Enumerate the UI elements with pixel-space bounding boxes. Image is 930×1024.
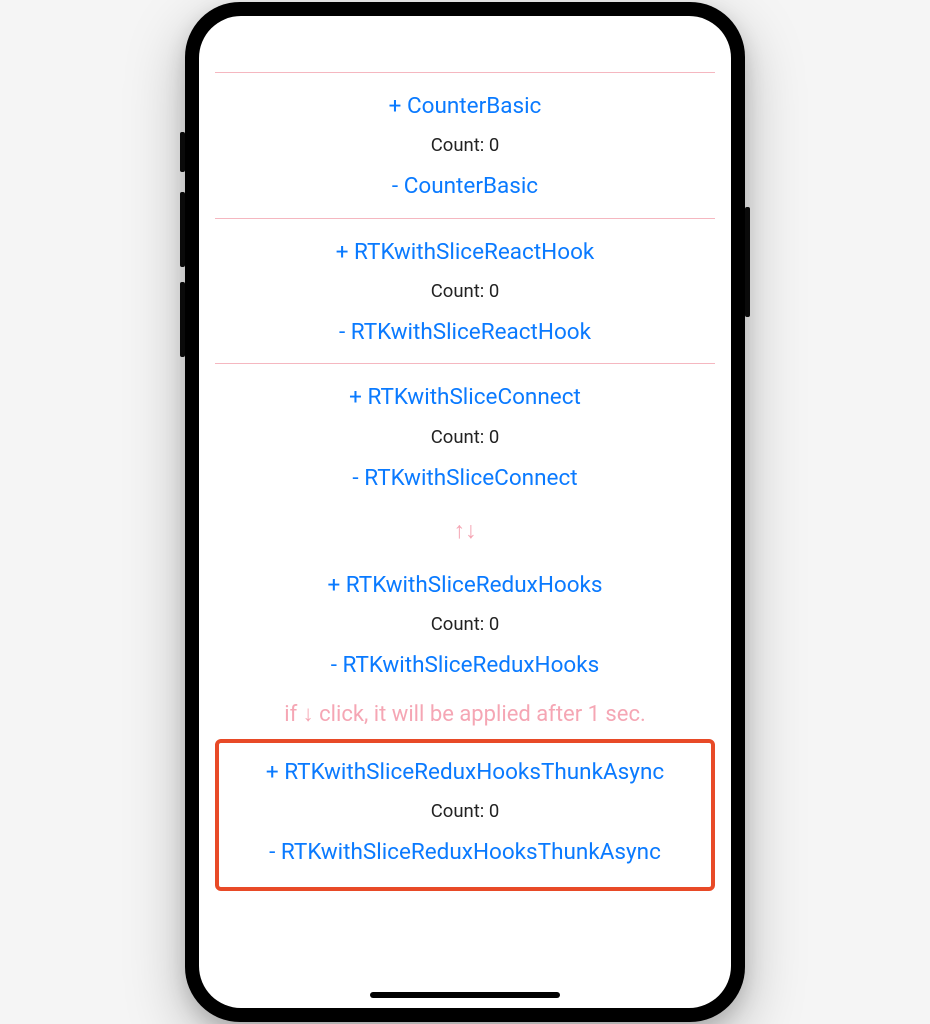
counter-slice-redux-hooks-thunk-async-count: Count: 0 [223,793,707,831]
arrows-note: ↑↓ [215,499,715,554]
counter-slice-redux-hooks-decrement[interactable]: - RTKwithSliceReduxHooks [215,644,715,686]
counter-slice-redux-hooks-increment[interactable]: + RTKwithSliceReduxHooks [215,564,715,606]
counter-slice-react-hook-count: Count: 0 [215,273,715,311]
counter-slice-redux-hooks-thunk-async-decrement[interactable]: - RTKwithSliceReduxHooksThunkAsync [223,831,707,873]
status-bar-spacer [215,28,715,72]
counter-slice-redux-hooks-count: Count: 0 [215,606,715,644]
counter-slice-connect-increment[interactable]: + RTKwithSliceConnect [215,376,715,418]
counter-slice-react-hook-decrement[interactable]: - RTKwithSliceReactHook [215,311,715,353]
phone-screen: + CounterBasic Count: 0 - CounterBasic +… [199,16,731,1008]
counter-slice-connect-block: + RTKwithSliceConnect Count: 0 - RTKwith… [215,363,715,499]
app-content: + CounterBasic Count: 0 - CounterBasic +… [199,16,731,1008]
counter-slice-redux-hooks-block: + RTKwithSliceReduxHooks Count: 0 - RTKw… [215,564,715,687]
volume-up-button [180,192,185,267]
volume-down-button [180,282,185,357]
highlighted-async-section: + RTKwithSliceReduxHooksThunkAsync Count… [215,739,715,892]
home-indicator[interactable] [370,992,560,998]
counter-basic-decrement[interactable]: - CounterBasic [215,165,715,207]
counter-slice-connect-count: Count: 0 [215,419,715,457]
counter-basic-increment[interactable]: + CounterBasic [215,85,715,127]
counter-slice-react-hook-block: + RTKwithSliceReactHook Count: 0 - RTKwi… [215,218,715,354]
power-button [745,207,750,317]
counter-slice-connect-decrement[interactable]: - RTKwithSliceConnect [215,457,715,499]
counter-slice-redux-hooks-thunk-async-block: + RTKwithSliceReduxHooksThunkAsync Count… [223,751,707,874]
counter-basic-block: + CounterBasic Count: 0 - CounterBasic [215,72,715,208]
mute-switch [180,132,185,172]
counter-basic-count: Count: 0 [215,127,715,165]
counter-slice-redux-hooks-thunk-async-increment[interactable]: + RTKwithSliceReduxHooksThunkAsync [223,751,707,793]
async-note: if ↓ click, it will be applied after 1 s… [215,687,715,735]
counter-slice-react-hook-increment[interactable]: + RTKwithSliceReactHook [215,231,715,273]
phone-frame: + CounterBasic Count: 0 - CounterBasic +… [185,2,745,1022]
